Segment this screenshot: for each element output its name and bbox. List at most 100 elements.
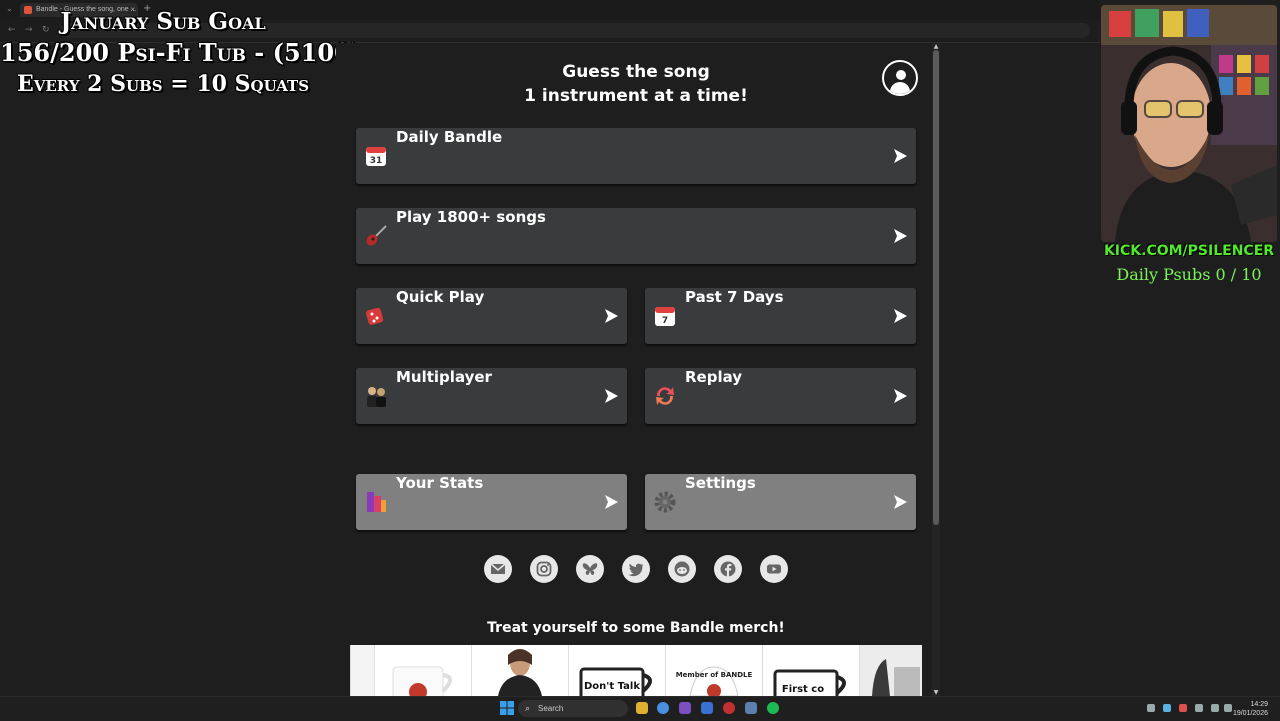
replay-button[interactable]: Replay — [645, 368, 916, 424]
spotify-icon[interactable] — [767, 702, 779, 714]
instagram-button[interactable] — [530, 555, 558, 583]
tray-app-icon[interactable] — [1179, 704, 1187, 712]
arrow-right-icon — [894, 309, 907, 323]
settings-button[interactable]: Settings — [645, 474, 916, 530]
scroll-down-icon[interactable]: ▼ — [932, 689, 940, 696]
black-mug-image: Don't Talk — [579, 667, 652, 696]
member-mug-image: Member of BANDLE — [676, 666, 753, 696]
clock-time: 14:29 — [1250, 701, 1268, 708]
taskbar-clock[interactable]: 14:29 19/01/2026 — [1233, 700, 1268, 718]
svg-text:31: 31 — [370, 156, 383, 166]
email-button[interactable] — [484, 555, 512, 583]
merch-item[interactable] — [374, 645, 471, 696]
scroll-up-icon[interactable]: ▲ — [932, 43, 940, 50]
email-icon — [490, 563, 506, 574]
twitter-button[interactable] — [622, 555, 650, 583]
arrow-right-icon — [605, 495, 618, 509]
webcam-feed — [1101, 5, 1277, 242]
tumbler-image — [872, 659, 920, 696]
bluesky-icon — [582, 563, 598, 575]
past-7-days-button[interactable]: 7 Past 7 Days — [645, 288, 916, 344]
merch-item[interactable] — [471, 645, 568, 696]
tray-chevron-icon[interactable] — [1147, 704, 1155, 712]
your-stats-button[interactable]: Your Stats — [356, 474, 627, 530]
taskbar-search-placeholder: Search — [538, 704, 564, 713]
app-icon[interactable] — [723, 702, 735, 714]
tray-app-icon[interactable] — [1163, 704, 1171, 712]
bluesky-button[interactable] — [576, 555, 604, 583]
squats-rule: Every 2 Subs = 10 Squats — [16, 71, 310, 97]
merch-item[interactable]: First co — [762, 645, 859, 696]
youtube-button[interactable] — [760, 555, 788, 583]
mug-image — [392, 666, 452, 696]
arrow-right-icon — [605, 389, 618, 403]
arrow-right-icon — [894, 495, 907, 509]
scrollbar-thumb[interactable] — [933, 50, 939, 525]
hoodie-model-image — [498, 649, 542, 696]
multiplayer-label: Multiplayer — [396, 368, 492, 386]
reddit-icon — [674, 561, 690, 577]
search-icon: ⌕ — [525, 703, 531, 713]
gear-icon — [654, 491, 676, 513]
arrow-right-icon — [894, 389, 907, 403]
facebook-icon — [720, 561, 736, 577]
merch-item[interactable] — [859, 645, 922, 696]
dice-icon — [366, 307, 384, 325]
merch-carousel[interactable]: Don't Talk Member of BANDLE First co — [350, 645, 922, 696]
twitter-icon — [628, 563, 643, 577]
people-icon — [367, 387, 386, 407]
arrow-right-icon — [894, 149, 907, 163]
guitar-icon — [366, 225, 387, 246]
past-7-days-label: Past 7 Days — [685, 288, 784, 306]
play-songs-label: Play 1800+ songs — [396, 208, 546, 226]
user-icon — [896, 70, 906, 80]
quick-play-button[interactable]: Quick Play — [356, 288, 627, 344]
battery-icon[interactable] — [1224, 704, 1232, 712]
youtube-icon — [767, 564, 781, 574]
chrome-icon[interactable] — [657, 702, 669, 714]
sub-goal-title: January Sub Goal — [60, 8, 266, 35]
svg-text:7: 7 — [662, 316, 668, 326]
volume-icon[interactable] — [1211, 704, 1219, 712]
streamer-webcam-image — [1101, 5, 1277, 242]
svg-text:First co: First co — [782, 684, 824, 695]
daily-bandle-label: Daily Bandle — [396, 128, 503, 146]
headline-line-2: 1 instrument at a time! — [524, 86, 748, 106]
windows-taskbar: ⌕ Search 14:29 19/01/2026 — [0, 696, 1280, 721]
page-headline: Guess the song 1 instrument at a time! — [476, 60, 796, 108]
svg-text:Don't Talk: Don't Talk — [584, 681, 640, 692]
reddit-button[interactable] — [668, 555, 696, 583]
white-mug-image: First co — [773, 669, 846, 696]
clock-date: 19/01/2026 — [1232, 710, 1268, 717]
steam-icon[interactable] — [745, 702, 757, 714]
facebook-button[interactable] — [714, 555, 742, 583]
your-stats-label: Your Stats — [396, 474, 484, 492]
headline-line-1: Guess the song — [562, 62, 710, 82]
arrow-right-icon — [894, 229, 907, 243]
quick-play-label: Quick Play — [396, 288, 485, 306]
app-icon[interactable] — [701, 702, 713, 714]
multiplayer-button[interactable]: Multiplayer — [356, 368, 627, 424]
merch-item[interactable] — [350, 645, 374, 696]
sub-goal-progress: 156/200 Psi-Fi Tub - (5100) — [0, 38, 363, 67]
calendar-icon: 7 — [655, 307, 675, 326]
file-explorer-icon[interactable] — [636, 702, 648, 714]
network-icon[interactable] — [1195, 704, 1203, 712]
merch-item[interactable]: Member of BANDLE — [665, 645, 762, 696]
replay-icon — [656, 387, 674, 405]
merch-item[interactable]: Don't Talk — [568, 645, 665, 696]
instagram-icon — [536, 561, 552, 577]
kick-channel-label: KICK.COM/PSILENCER — [1103, 243, 1275, 259]
daily-bandle-button[interactable]: 31 Daily Bandle — [356, 128, 916, 184]
daily-psubs-counter: Daily Psubs 0 / 10 — [1116, 265, 1262, 284]
taskbar-search[interactable]: ⌕ Search — [518, 700, 628, 717]
profile-button[interactable] — [882, 60, 918, 96]
app-icon[interactable] — [679, 702, 691, 714]
windows-start-icon[interactable] — [500, 701, 514, 715]
calendar-icon: 31 — [366, 147, 386, 166]
svg-text:Member of BANDLE: Member of BANDLE — [676, 671, 753, 679]
play-songs-button[interactable]: Play 1800+ songs — [356, 208, 916, 264]
stats-icon — [367, 492, 386, 512]
arrow-right-icon — [605, 309, 618, 323]
merch-title: Treat yourself to some Bandle merch! — [487, 620, 785, 636]
